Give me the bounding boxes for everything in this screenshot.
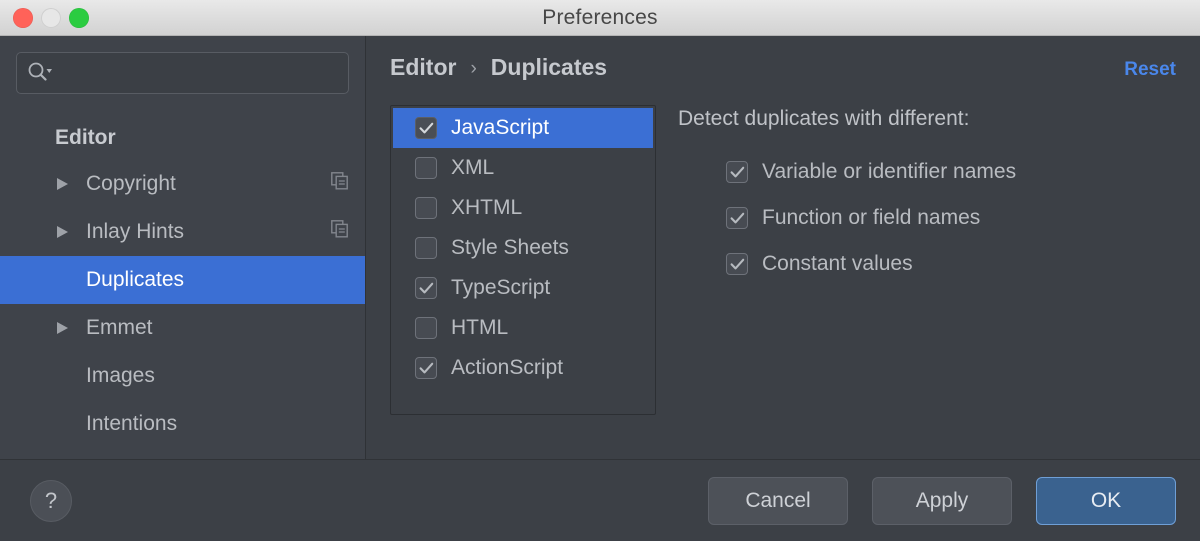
sidebar-item-emmet[interactable]: Emmet <box>0 304 365 352</box>
sidebar-item-label: Copyright <box>74 172 331 196</box>
checkbox-actionscript[interactable] <box>415 357 437 379</box>
list-item-label: XHTML <box>437 196 522 220</box>
list-item[interactable]: JavaScript <box>393 108 653 148</box>
ok-button[interactable]: OK <box>1036 477 1176 525</box>
settings-content: Editor › Duplicates Reset JavaScript <box>366 36 1200 459</box>
settings-tree: Editor Copyright <box>16 116 349 448</box>
checkbox-xml[interactable] <box>415 157 437 179</box>
chevron-right-icon[interactable] <box>50 321 74 335</box>
checkbox-html[interactable] <box>415 317 437 339</box>
breadcrumb-current: Duplicates <box>491 54 607 81</box>
list-item[interactable]: TypeScript <box>393 268 653 308</box>
dialog-buttons: Cancel Apply OK <box>708 477 1176 525</box>
minimize-button[interactable] <box>41 8 61 28</box>
window-titlebar: Preferences <box>0 0 1200 36</box>
checkbox-typescript[interactable] <box>415 277 437 299</box>
option-variable-or-identifier-names[interactable]: Variable or identifier names <box>678 149 1176 195</box>
options-title: Detect duplicates with different: <box>678 107 1176 131</box>
sidebar-item-copyright[interactable]: Copyright <box>0 160 365 208</box>
sidebar-item-duplicates[interactable]: Duplicates <box>0 256 365 304</box>
copy-icon <box>331 172 349 196</box>
search-icon <box>27 61 53 86</box>
sidebar-item-label: Images <box>74 364 349 388</box>
copy-icon <box>331 220 349 244</box>
dialog-footer: ? Cancel Apply OK <box>0 460 1200 541</box>
option-label: Constant values <box>748 252 913 276</box>
settings-panes: JavaScript XML XHTML <box>390 105 1176 415</box>
checkbox-style-sheets[interactable] <box>415 237 437 259</box>
zoom-button[interactable] <box>69 8 89 28</box>
options-pane: Detect duplicates with different: Variab… <box>678 105 1176 287</box>
list-item-label: Style Sheets <box>437 236 569 260</box>
sidebar-group-editor: Editor <box>0 116 365 160</box>
sidebar-item-label: Emmet <box>74 316 349 340</box>
checkbox-function-or-field-names[interactable] <box>726 207 748 229</box>
option-label: Function or field names <box>748 206 980 230</box>
apply-button[interactable]: Apply <box>872 477 1012 525</box>
search-input[interactable] <box>53 65 338 82</box>
close-button[interactable] <box>13 8 33 28</box>
sidebar-item-label: Intentions <box>74 412 349 436</box>
sidebar-item-intentions[interactable]: Intentions <box>0 400 365 448</box>
sidebar-group-label: Editor <box>55 126 349 150</box>
list-item-label: TypeScript <box>437 276 550 300</box>
option-constant-values[interactable]: Constant values <box>678 241 1176 287</box>
list-item-label: JavaScript <box>437 116 549 140</box>
sidebar-item-inlay-hints[interactable]: Inlay Hints <box>0 208 365 256</box>
list-item[interactable]: HTML <box>393 308 653 348</box>
search-box[interactable] <box>16 52 349 94</box>
chevron-right-icon: › <box>470 58 476 80</box>
sidebar-item-label: Inlay Hints <box>74 220 331 244</box>
breadcrumb: Editor › Duplicates <box>390 54 607 81</box>
sidebar-item-label: Duplicates <box>74 268 349 292</box>
content-header: Editor › Duplicates Reset <box>390 54 1176 81</box>
preferences-window: Preferences Editor <box>0 0 1200 541</box>
settings-sidebar: Editor Copyright <box>0 36 366 459</box>
list-item-label: HTML <box>437 316 508 340</box>
checkbox-xhtml[interactable] <box>415 197 437 219</box>
dialog-body: Editor Copyright <box>0 36 1200 460</box>
list-item-label: XML <box>437 156 494 180</box>
option-function-or-field-names[interactable]: Function or field names <box>678 195 1176 241</box>
list-item[interactable]: XHTML <box>393 188 653 228</box>
reset-link[interactable]: Reset <box>1124 59 1176 81</box>
chevron-right-icon[interactable] <box>50 225 74 239</box>
window-title: Preferences <box>0 6 1200 30</box>
list-item-label: ActionScript <box>437 356 563 380</box>
list-item[interactable]: ActionScript <box>393 348 653 388</box>
option-label: Variable or identifier names <box>748 160 1016 184</box>
breadcrumb-root[interactable]: Editor <box>390 54 456 81</box>
chevron-right-icon[interactable] <box>50 177 74 191</box>
cancel-button[interactable]: Cancel <box>708 477 848 525</box>
traffic-light-group <box>13 8 89 28</box>
list-item[interactable]: XML <box>393 148 653 188</box>
language-list[interactable]: JavaScript XML XHTML <box>390 105 656 415</box>
sidebar-item-images[interactable]: Images <box>0 352 365 400</box>
checkbox-variable-or-identifier-names[interactable] <box>726 161 748 183</box>
list-item[interactable]: Style Sheets <box>393 228 653 268</box>
checkbox-constant-values[interactable] <box>726 253 748 275</box>
checkbox-javascript[interactable] <box>415 117 437 139</box>
help-button[interactable]: ? <box>30 480 72 522</box>
